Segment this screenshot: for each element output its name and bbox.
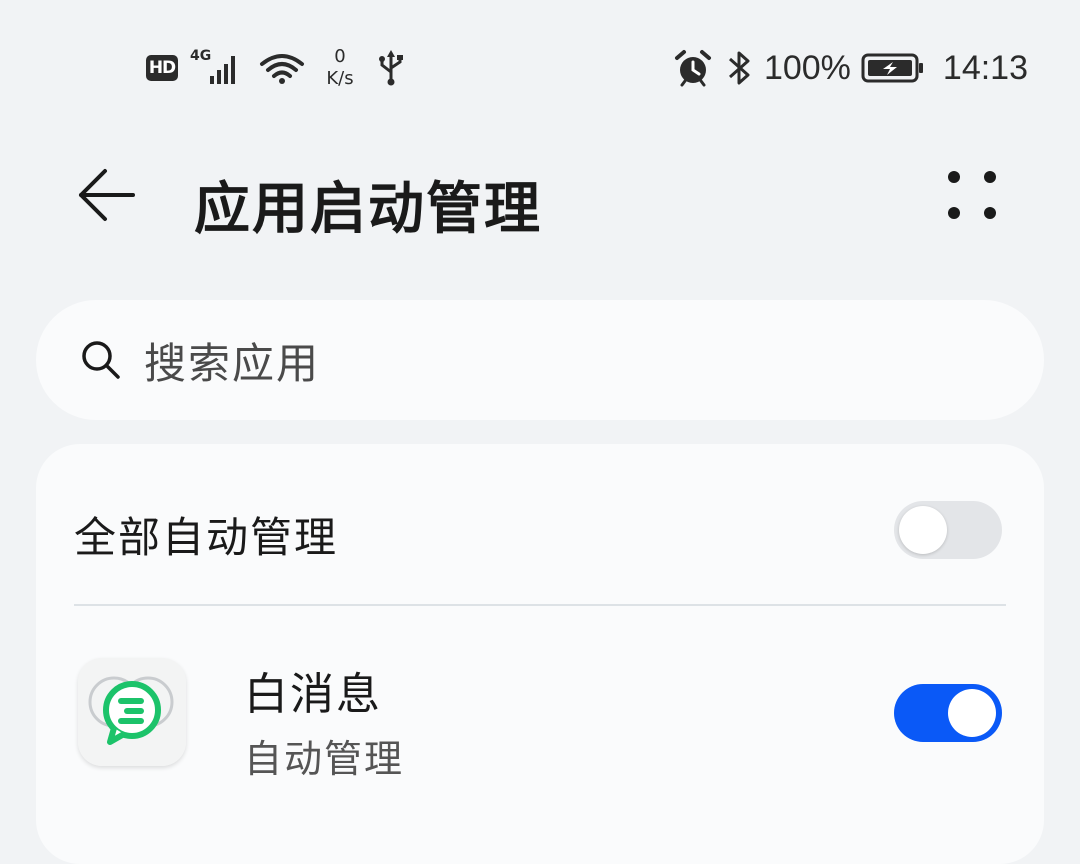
search-placeholder: 搜索应用: [144, 338, 321, 388]
network-speed-unit: K/s: [326, 68, 354, 89]
wifi-icon: [260, 54, 304, 84]
manage-all-row[interactable]: 全部自动管理: [36, 444, 1044, 606]
list-item[interactable]: 白消息 自动管理: [36, 606, 1044, 864]
manage-all-toggle[interactable]: [894, 501, 1002, 559]
hd-icon: HD: [146, 55, 178, 81]
title-bar: 应用启动管理: [0, 140, 1080, 250]
clock-time: 14:13: [942, 48, 1028, 87]
search-input[interactable]: 搜索应用: [36, 300, 1044, 420]
app-launch-list-card: 全部自动管理 白消息 自动管理: [36, 444, 1044, 864]
more-icon: [948, 171, 996, 219]
battery-percent: 100%: [763, 48, 851, 87]
message-bubble-icon: [78, 658, 186, 766]
bluetooth-icon: [728, 51, 750, 85]
network-type-label: 4G: [190, 48, 212, 64]
back-button[interactable]: [66, 160, 146, 230]
status-bar-left: HD 4G 0 K/s: [146, 40, 404, 96]
alarm-icon: [674, 50, 711, 87]
manage-all-label: 全部自动管理: [74, 513, 339, 562]
search-icon: [76, 335, 126, 385]
page-title: 应用启动管理: [194, 177, 542, 242]
search-icon-glyph: [82, 341, 120, 379]
back-arrow-icon: [79, 169, 135, 221]
network-speed: 0 K/s: [320, 46, 360, 90]
usb-icon: [379, 50, 403, 86]
signal-icon: 4G: [190, 48, 242, 88]
toggle-knob: [899, 506, 947, 554]
more-button[interactable]: [930, 160, 1014, 230]
battery-charging-icon: [861, 53, 923, 83]
app-status: 自动管理: [244, 737, 405, 781]
network-speed-value: 0: [334, 46, 346, 67]
status-bar: HD 4G 0 K/s 100% 14:13: [0, 0, 1080, 130]
status-bar-right: 100% 14:13: [674, 40, 1028, 96]
app-name: 白消息: [244, 669, 382, 720]
toggle-knob: [948, 689, 996, 737]
app-launch-toggle[interactable]: [894, 684, 1002, 742]
app-icon-white-message: [78, 658, 186, 766]
